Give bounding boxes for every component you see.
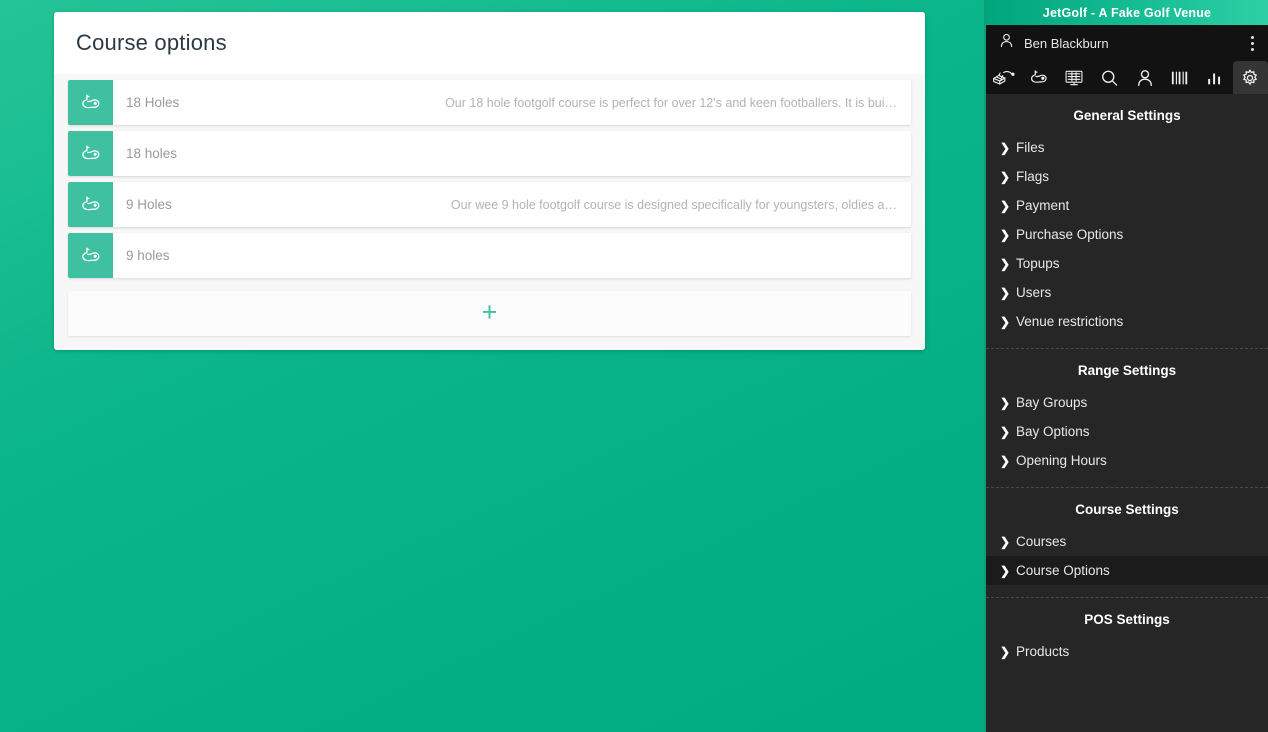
list-item-name: 18 Holes — [126, 95, 180, 110]
sidebar-item-course-options[interactable]: ❯ Course Options — [986, 556, 1268, 585]
list-item[interactable]: 9 Holes Our wee 9 hole footgolf course i… — [68, 182, 911, 227]
list-item-name: 9 holes — [126, 248, 170, 263]
list-item-body: 18 Holes Our 18 hole footgolf course is … — [113, 80, 911, 125]
scoreboard-icon[interactable] — [1057, 61, 1092, 94]
golf-course-icon — [68, 182, 113, 227]
chevron-right-icon: ❯ — [1000, 563, 1011, 578]
chevron-right-icon: ❯ — [1000, 424, 1011, 439]
menu-section-course-settings: Course Settings ❯ Courses ❯ Course Optio… — [986, 488, 1268, 585]
list-item[interactable]: 18 Holes Our 18 hole footgolf course is … — [68, 80, 911, 125]
sidebar-item-label: Bay Groups — [1016, 395, 1088, 410]
sidebar-item-label: Topups — [1016, 256, 1060, 271]
menu-section-range-settings: Range Settings ❯ Bay Groups ❯ Bay Option… — [986, 349, 1268, 475]
sidebar-item-label: Flags — [1016, 169, 1050, 184]
sidebar-item-label: Courses — [1016, 534, 1067, 549]
gear-icon[interactable] — [1232, 61, 1268, 94]
settings-menu: General Settings ❯ Files ❯ Flags ❯ Payme… — [986, 94, 1268, 732]
sidebar-item-bay-options[interactable]: ❯ Bay Options — [986, 417, 1268, 446]
chevron-right-icon: ❯ — [1000, 140, 1011, 155]
list-item-body: 9 holes — [113, 233, 911, 278]
chevron-right-icon: ❯ — [1000, 534, 1011, 549]
sidebar-item-label: Opening Hours — [1016, 453, 1107, 468]
sidebar-item-label: Course Options — [1016, 563, 1110, 578]
course-options-panel: Course options 18 Holes Our 18 hole foot… — [54, 12, 925, 350]
chevron-right-icon: ❯ — [1000, 453, 1011, 468]
sidebar-item-opening-hours[interactable]: ❯ Opening Hours — [986, 446, 1268, 475]
golf-course-icon — [68, 80, 113, 125]
list-item-body: 9 Holes Our wee 9 hole footgolf course i… — [113, 182, 911, 227]
kebab-dot — [1251, 41, 1254, 45]
main-content-area: Course options 18 Holes Our 18 hole foot… — [0, 0, 984, 732]
chevron-right-icon: ❯ — [1000, 644, 1011, 659]
chevron-right-icon: ❯ — [1000, 198, 1011, 213]
list-item-description: Our 18 hole footgolf course is perfect f… — [445, 95, 897, 110]
menu-section-pos-settings: POS Settings ❯ Products — [986, 598, 1268, 666]
window-title-bar: JetGolf - A Fake Golf Venue — [986, 0, 1268, 25]
sidebar-item-label: Users — [1016, 285, 1052, 300]
sidebar-item-label: Payment — [1016, 198, 1070, 213]
sidebar-item-label: Products — [1016, 644, 1070, 659]
person-icon[interactable] — [1127, 61, 1162, 94]
chevron-right-icon: ❯ — [1000, 169, 1011, 184]
driving-range-icon[interactable] — [986, 61, 1021, 94]
plus-icon: + — [481, 296, 498, 327]
sidebar-item-label: Files — [1016, 140, 1045, 155]
page-title: Course options — [76, 30, 227, 55]
chevron-right-icon: ❯ — [1000, 256, 1011, 271]
barcode-icon[interactable] — [1162, 61, 1197, 94]
golf-course-icon — [68, 233, 113, 278]
window-title: JetGolf - A Fake Golf Venue — [1042, 5, 1212, 20]
sidebar-item-label: Purchase Options — [1016, 227, 1124, 242]
sidebar-item-topups[interactable]: ❯ Topups — [986, 249, 1268, 278]
section-title: Range Settings — [1077, 363, 1177, 378]
sidebar-item-label: Venue restrictions — [1016, 314, 1124, 329]
list-item-name: 18 holes — [126, 146, 178, 161]
chevron-right-icon: ❯ — [1000, 314, 1011, 329]
add-course-option-button[interactable]: + — [68, 291, 911, 336]
sidebar-item-courses[interactable]: ❯ Courses — [986, 527, 1268, 556]
sidebar-item-files[interactable]: ❯ Files — [986, 133, 1268, 162]
chevron-right-icon: ❯ — [1000, 285, 1011, 300]
section-title: General Settings — [1073, 108, 1181, 123]
list-item[interactable]: 18 holes — [68, 131, 911, 176]
sidebar-item-bay-groups[interactable]: ❯ Bay Groups — [986, 388, 1268, 417]
sidebar-item-purchase-options[interactable]: ❯ Purchase Options — [986, 220, 1268, 249]
list-item-name: 9 Holes — [126, 197, 172, 212]
chevron-right-icon: ❯ — [1000, 227, 1011, 242]
list-item-description: Our wee 9 hole footgolf course is design… — [450, 197, 897, 212]
search-icon[interactable] — [1092, 61, 1127, 94]
list-item-body: 18 holes — [113, 131, 911, 176]
panel-header: Course options — [54, 12, 925, 74]
kebab-menu-icon[interactable] — [1245, 30, 1260, 57]
sidebar-item-venue-restrictions[interactable]: ❯ Venue restrictions — [986, 307, 1268, 336]
golf-course-icon[interactable] — [1021, 61, 1056, 94]
sidebar-item-products[interactable]: ❯ Products — [986, 637, 1268, 666]
chevron-right-icon: ❯ — [1000, 395, 1011, 410]
menu-section-general-settings: General Settings ❯ Files ❯ Flags ❯ Payme… — [986, 94, 1268, 336]
settings-sidebar: JetGolf - A Fake Golf Venue Ben Blackbur… — [984, 0, 1268, 732]
sidebar-item-label: Bay Options — [1016, 424, 1090, 439]
golf-course-icon — [68, 131, 113, 176]
sidebar-item-payment[interactable]: ❯ Payment — [986, 191, 1268, 220]
kebab-dot — [1251, 35, 1254, 39]
section-title: Course Settings — [1075, 502, 1179, 517]
bar-chart-icon[interactable] — [1198, 61, 1233, 94]
sidebar-item-users[interactable]: ❯ Users — [986, 278, 1268, 307]
user-bar: Ben Blackburn — [986, 25, 1268, 61]
icon-toolbar — [986, 61, 1268, 94]
list-item[interactable]: 9 holes — [68, 233, 911, 278]
sidebar-item-flags[interactable]: ❯ Flags — [986, 162, 1268, 191]
person-icon — [998, 32, 1015, 54]
section-title: POS Settings — [1084, 612, 1170, 627]
kebab-dot — [1251, 47, 1254, 51]
course-options-list: 18 Holes Our 18 hole footgolf course is … — [54, 74, 925, 350]
user-name: Ben Blackburn — [1024, 35, 1109, 51]
